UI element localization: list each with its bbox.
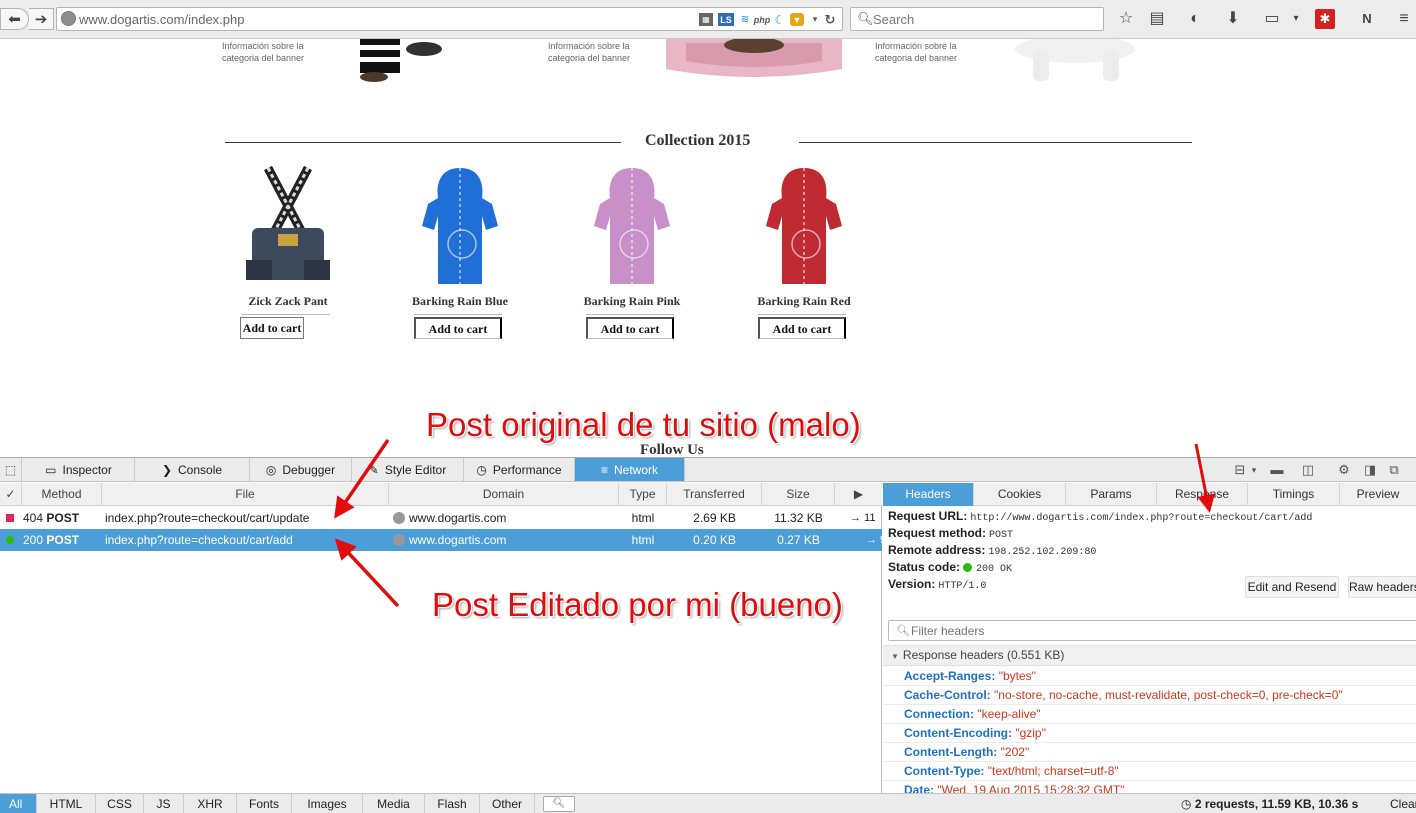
annotation-arrows — [334, 439, 1216, 608]
arrow-to-update-request — [334, 439, 390, 519]
arrow-to-add-request — [334, 538, 400, 608]
arrow-to-request-url — [1194, 443, 1216, 513]
